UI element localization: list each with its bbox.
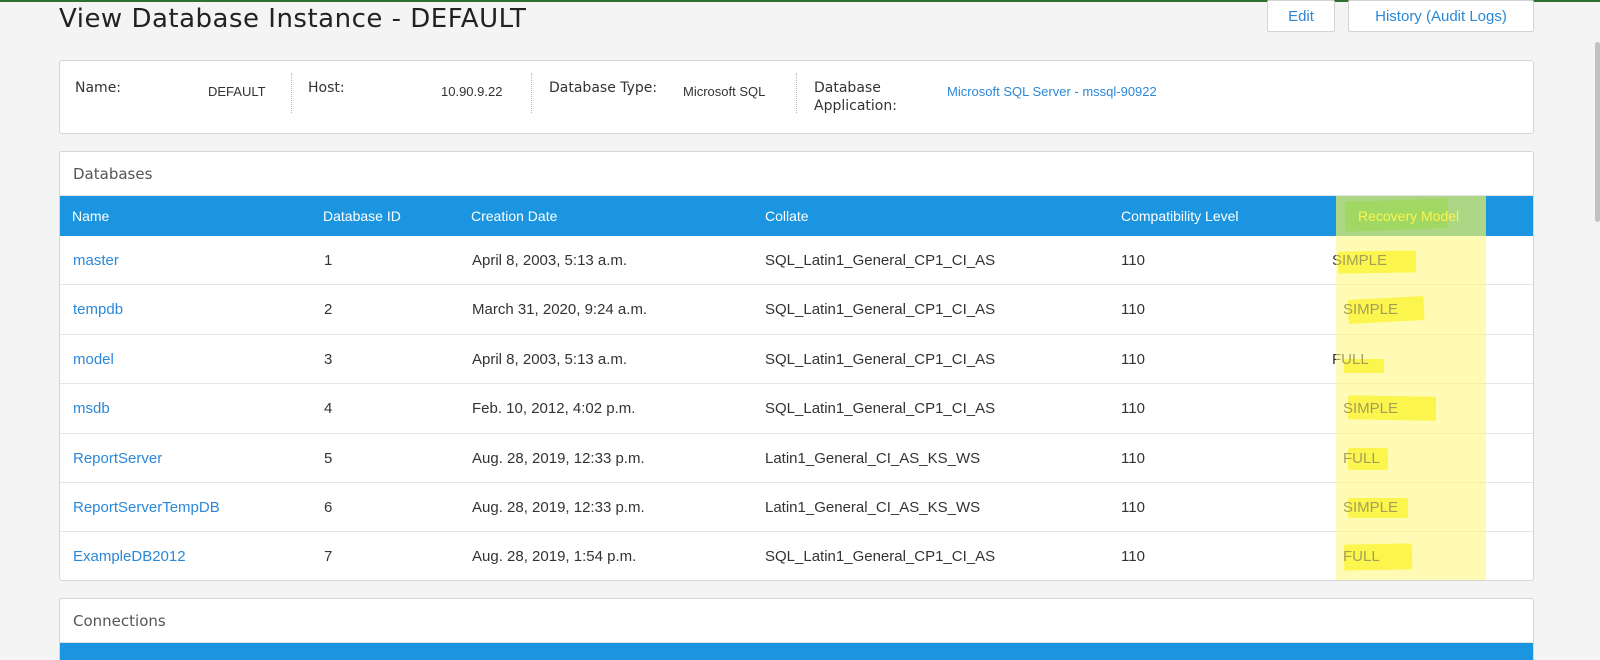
host-label: Host: (308, 80, 345, 96)
app-label-line2: Application: (814, 98, 897, 114)
cell-recovery-model: SIMPLE (1343, 301, 1399, 319)
cell-compatibility-level: 110 (1121, 301, 1145, 319)
info-divider (531, 73, 532, 113)
cell-database-id: 7 (324, 548, 333, 566)
col-header-compatibility-level[interactable]: Compatibility Level (1121, 196, 1239, 236)
cell-creation-date: March 31, 2020, 9:24 a.m. (472, 301, 648, 319)
col-header-collate[interactable]: Collate (765, 196, 809, 236)
cell-compatibility-level: 110 (1121, 498, 1145, 516)
table-row[interactable]: msdb 4 Feb. 10, 2012, 4:02 p.m. SQL_Latin1_… (60, 384, 1533, 434)
cell-collate: SQL_Latin1_General_CP1_CI_AS (765, 301, 996, 319)
cell-compatibility-level: 110 (1121, 350, 1145, 368)
col-header-database-id[interactable]: Database ID (323, 196, 401, 236)
table-body: master 1 April 8, 2003, 5:13 a.m. SQL_Latin… (60, 236, 1533, 580)
databases-title: Databases (60, 152, 1533, 196)
col-header-name[interactable]: Name (72, 196, 109, 236)
name-label: Name: (75, 80, 122, 96)
cell-database-id: 2 (324, 301, 333, 319)
databases-table: Name Database ID Creation Date Collate C… (60, 196, 1533, 580)
cell-creation-date: Aug. 28, 2019, 1:54 p.m. (472, 548, 637, 566)
cell-collate: SQL_Latin1_General_CP1_CI_AS (765, 400, 996, 418)
col-header-recovery-model[interactable]: Recovery Model (1358, 196, 1459, 236)
cell-database-id: 3 (324, 350, 333, 368)
cell-compatibility-level: 110 (1121, 449, 1145, 467)
cell-name[interactable]: master (73, 236, 119, 285)
cell-collate: Latin1_General_CI_AS_KS_WS (765, 449, 981, 467)
app-label-line1: Database (814, 80, 881, 96)
cell-compatibility-level: 110 (1121, 400, 1145, 418)
table-row[interactable]: tempdb 2 March 31, 2020, 9:24 a.m. SQL_Lati… (60, 285, 1533, 335)
connections-title: Connections (60, 599, 1533, 643)
table-row[interactable]: ReportServerTempDB 6 Aug. 28, 2019, 12:33 … (60, 483, 1533, 533)
cell-name[interactable]: msdb (73, 384, 110, 433)
cell-database-id: 4 (324, 400, 333, 418)
type-value: Microsoft SQL (683, 84, 766, 99)
table-row[interactable]: ReportServer 5 Aug. 28, 2019, 12:33 p.m. La… (60, 434, 1533, 483)
connections-table-header (60, 643, 1533, 660)
name-value: DEFAULT (208, 84, 266, 99)
cell-database-id: 5 (324, 449, 333, 467)
cell-name[interactable]: model (73, 335, 114, 384)
cell-database-id: 1 (324, 252, 333, 269)
cell-database-id: 6 (324, 498, 333, 516)
cell-creation-date: April 8, 2003, 5:13 a.m. (472, 252, 628, 269)
cell-name[interactable]: ReportServer (73, 434, 162, 483)
cell-collate: SQL_Latin1_General_CP1_CI_AS (765, 350, 996, 368)
cell-recovery-model: SIMPLE (1332, 252, 1388, 269)
cell-recovery-model: SIMPLE (1343, 498, 1399, 516)
cell-creation-date: April 8, 2003, 5:13 a.m. (472, 350, 628, 368)
table-row[interactable]: model 3 April 8, 2003, 5:13 a.m. SQL_Latin1… (60, 335, 1533, 385)
edit-button[interactable]: Edit (1267, 0, 1335, 32)
cell-name[interactable]: ReportServerTempDB (73, 483, 220, 532)
audit-logs-button[interactable]: History (Audit Logs) (1348, 0, 1534, 32)
table-row[interactable]: ExampleDB2012 7 Aug. 28, 2019, 1:54 p.m. SQ… (60, 532, 1533, 580)
cell-collate: SQL_Latin1_General_CP1_CI_AS (765, 252, 996, 269)
cell-name[interactable]: ExampleDB2012 (73, 532, 186, 580)
cell-collate: SQL_Latin1_General_CP1_CI_AS (765, 548, 996, 566)
page-scrollbar[interactable] (1595, 42, 1600, 222)
databases-panel: Databases Name Database ID Creation Date… (59, 151, 1534, 581)
cell-recovery-model: FULL (1343, 449, 1380, 467)
cell-creation-date: Feb. 10, 2012, 4:02 p.m. (472, 400, 636, 418)
connections-panel: Connections (59, 598, 1534, 660)
application-link[interactable]: Microsoft SQL Server - mssql-90922 (947, 84, 1157, 99)
host-value: 10.90.9.22 (441, 84, 503, 99)
table-row[interactable]: master 1 April 8, 2003, 5:13 a.m. SQL_Latin… (60, 236, 1533, 286)
info-divider (291, 73, 292, 113)
table-header: Name Database ID Creation Date Collate C… (60, 196, 1533, 236)
col-header-creation-date[interactable]: Creation Date (471, 196, 557, 236)
cell-name[interactable]: tempdb (73, 285, 123, 334)
cell-recovery-model: SIMPLE (1343, 400, 1399, 418)
type-label: Database Type: (549, 80, 658, 96)
cell-creation-date: Aug. 28, 2019, 12:33 p.m. (472, 449, 645, 467)
cell-recovery-model: FULL (1343, 548, 1380, 566)
cell-compatibility-level: 110 (1121, 252, 1145, 269)
instance-info-panel: Name: DEFAULT Host: 10.90.9.22 Database … (59, 60, 1534, 134)
cell-creation-date: Aug. 28, 2019, 12:33 p.m. (472, 498, 645, 516)
cell-recovery-model: FULL (1332, 350, 1369, 368)
info-divider (796, 73, 797, 113)
cell-collate: Latin1_General_CI_AS_KS_WS (765, 498, 981, 516)
cell-compatibility-level: 110 (1121, 548, 1145, 566)
page-title: View Database Instance - DEFAULT (59, 4, 527, 34)
